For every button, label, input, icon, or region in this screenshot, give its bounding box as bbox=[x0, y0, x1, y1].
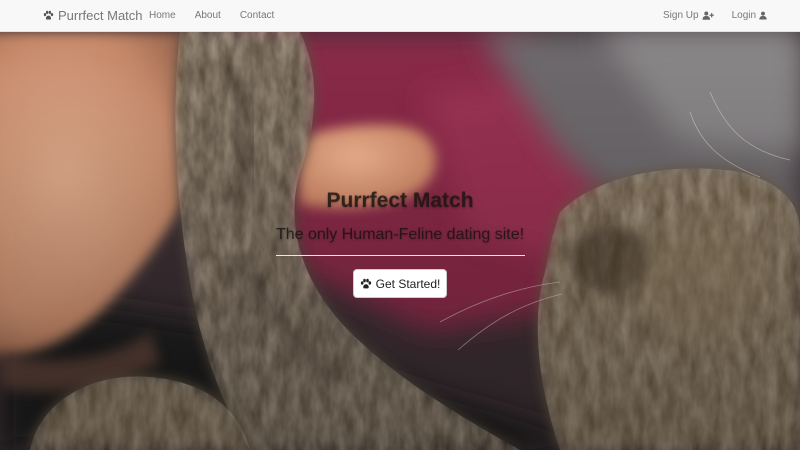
hero-title: Purrfect Match bbox=[326, 189, 474, 212]
nav-signup-link[interactable]: Sign Up bbox=[663, 10, 714, 21]
get-started-button[interactable]: Get Started! bbox=[353, 269, 447, 298]
nav-home-label: Home bbox=[149, 10, 176, 21]
hero-content: Purrfect Match The only Human-Feline dat… bbox=[0, 32, 800, 450]
nav-left-links: Home About Contact bbox=[149, 0, 293, 31]
nav-signup-label: Sign Up bbox=[663, 10, 699, 21]
nav-about-label: About bbox=[194, 10, 221, 21]
brand-label: Purrfect Match bbox=[58, 8, 143, 23]
nav-contact-label: Contact bbox=[239, 10, 275, 21]
nav-contact-link[interactable]: Contact bbox=[240, 10, 274, 21]
hero-subtitle: The only Human-Feline dating site! bbox=[275, 226, 525, 243]
nav-home-link[interactable]: Home bbox=[149, 10, 176, 21]
hero-section: Purrfect Match The only Human-Feline dat… bbox=[0, 32, 800, 450]
get-started-label: Get Started! bbox=[375, 276, 441, 291]
paw-icon bbox=[43, 10, 54, 21]
user-plus-icon bbox=[702, 11, 714, 20]
nav-login-label: Login bbox=[731, 10, 757, 21]
nav-login-link[interactable]: Login bbox=[732, 10, 767, 21]
nav-right-links: Sign Up Login bbox=[663, 0, 785, 31]
top-navbar: Purrfect Match Home About Contact Sign U… bbox=[0, 0, 800, 32]
brand-link[interactable]: Purrfect Match bbox=[43, 0, 143, 31]
nav-about-link[interactable]: About bbox=[195, 10, 221, 21]
hero-divider bbox=[276, 255, 525, 256]
paw-icon bbox=[360, 278, 372, 290]
user-icon bbox=[759, 11, 767, 20]
